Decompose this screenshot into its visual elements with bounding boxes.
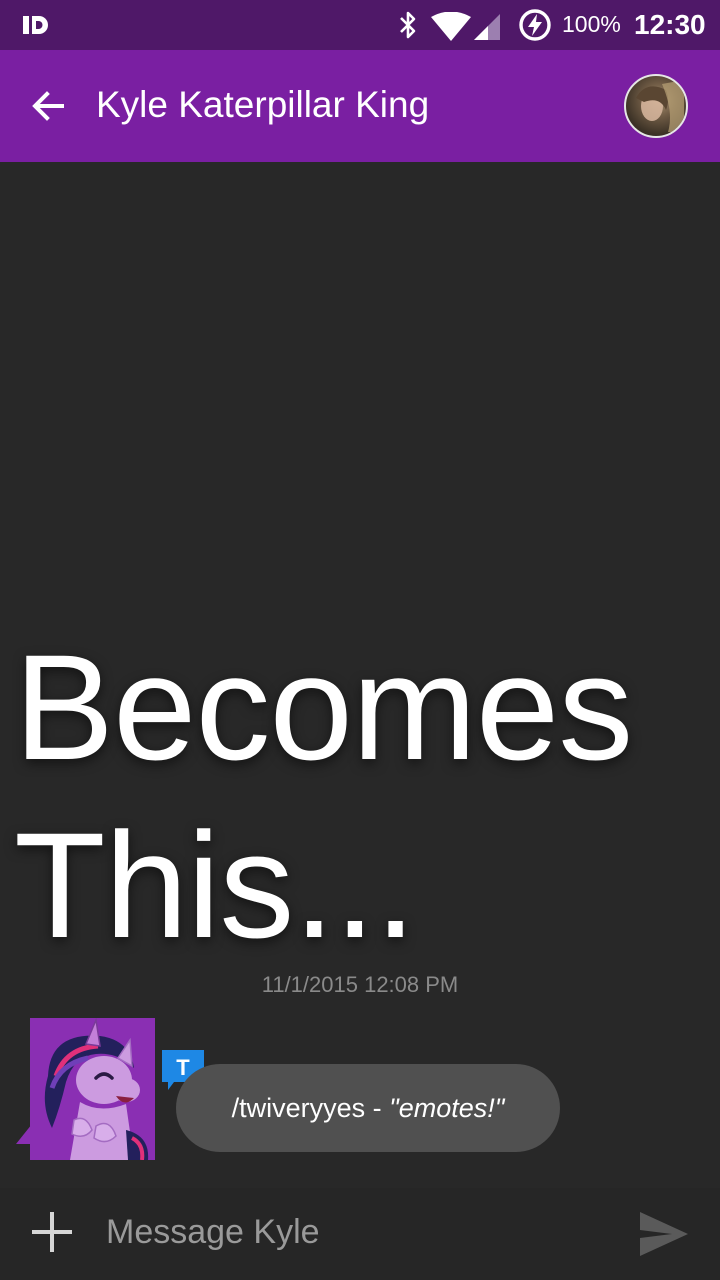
app-bar: Kyle Katerpillar King: [0, 50, 720, 162]
message-text-command: /twiveryyes -: [231, 1092, 390, 1123]
messaging-screen: 100% 12:30 Kyle Katerpillar King Becomes…: [0, 0, 720, 1280]
back-button[interactable]: [18, 76, 78, 136]
clock: 12:30: [634, 9, 706, 40]
pony-icon: [44, 1018, 149, 1160]
bluetooth-icon: [400, 11, 416, 39]
overlay-caption: Becomes This...: [14, 618, 714, 974]
id-app-icon: [23, 16, 48, 34]
message-text-emphasis: "emotes!": [389, 1092, 505, 1123]
message-text: /twiveryyes - "emotes!": [232, 1093, 505, 1124]
contact-avatar[interactable]: [624, 74, 688, 138]
arrow-back-icon: [32, 91, 64, 121]
contact-photo-icon: [636, 80, 684, 132]
message-input[interactable]: [106, 1204, 606, 1260]
plus-icon[interactable]: [26, 1206, 78, 1258]
status-bar: 100% 12:30: [0, 0, 720, 50]
twilight-sparkle-avatar[interactable]: [30, 1018, 155, 1160]
conversation-title: Kyle Katerpillar King: [96, 84, 430, 125]
battery-percentage: 100%: [562, 11, 621, 37]
send-icon[interactable]: [636, 1208, 692, 1260]
caption-line-1: Becomes: [14, 623, 633, 791]
message-bubble[interactable]: /twiveryyes - "emotes!": [176, 1064, 560, 1152]
compose-bar: [0, 1188, 720, 1280]
message-timestamp: 11/1/2015 12:08 PM: [261, 972, 459, 997]
wifi-icon: [431, 12, 471, 41]
battery-charging-icon: [519, 9, 551, 41]
caption-line-2: This...: [14, 801, 416, 969]
cell-signal-icon: [474, 14, 500, 40]
